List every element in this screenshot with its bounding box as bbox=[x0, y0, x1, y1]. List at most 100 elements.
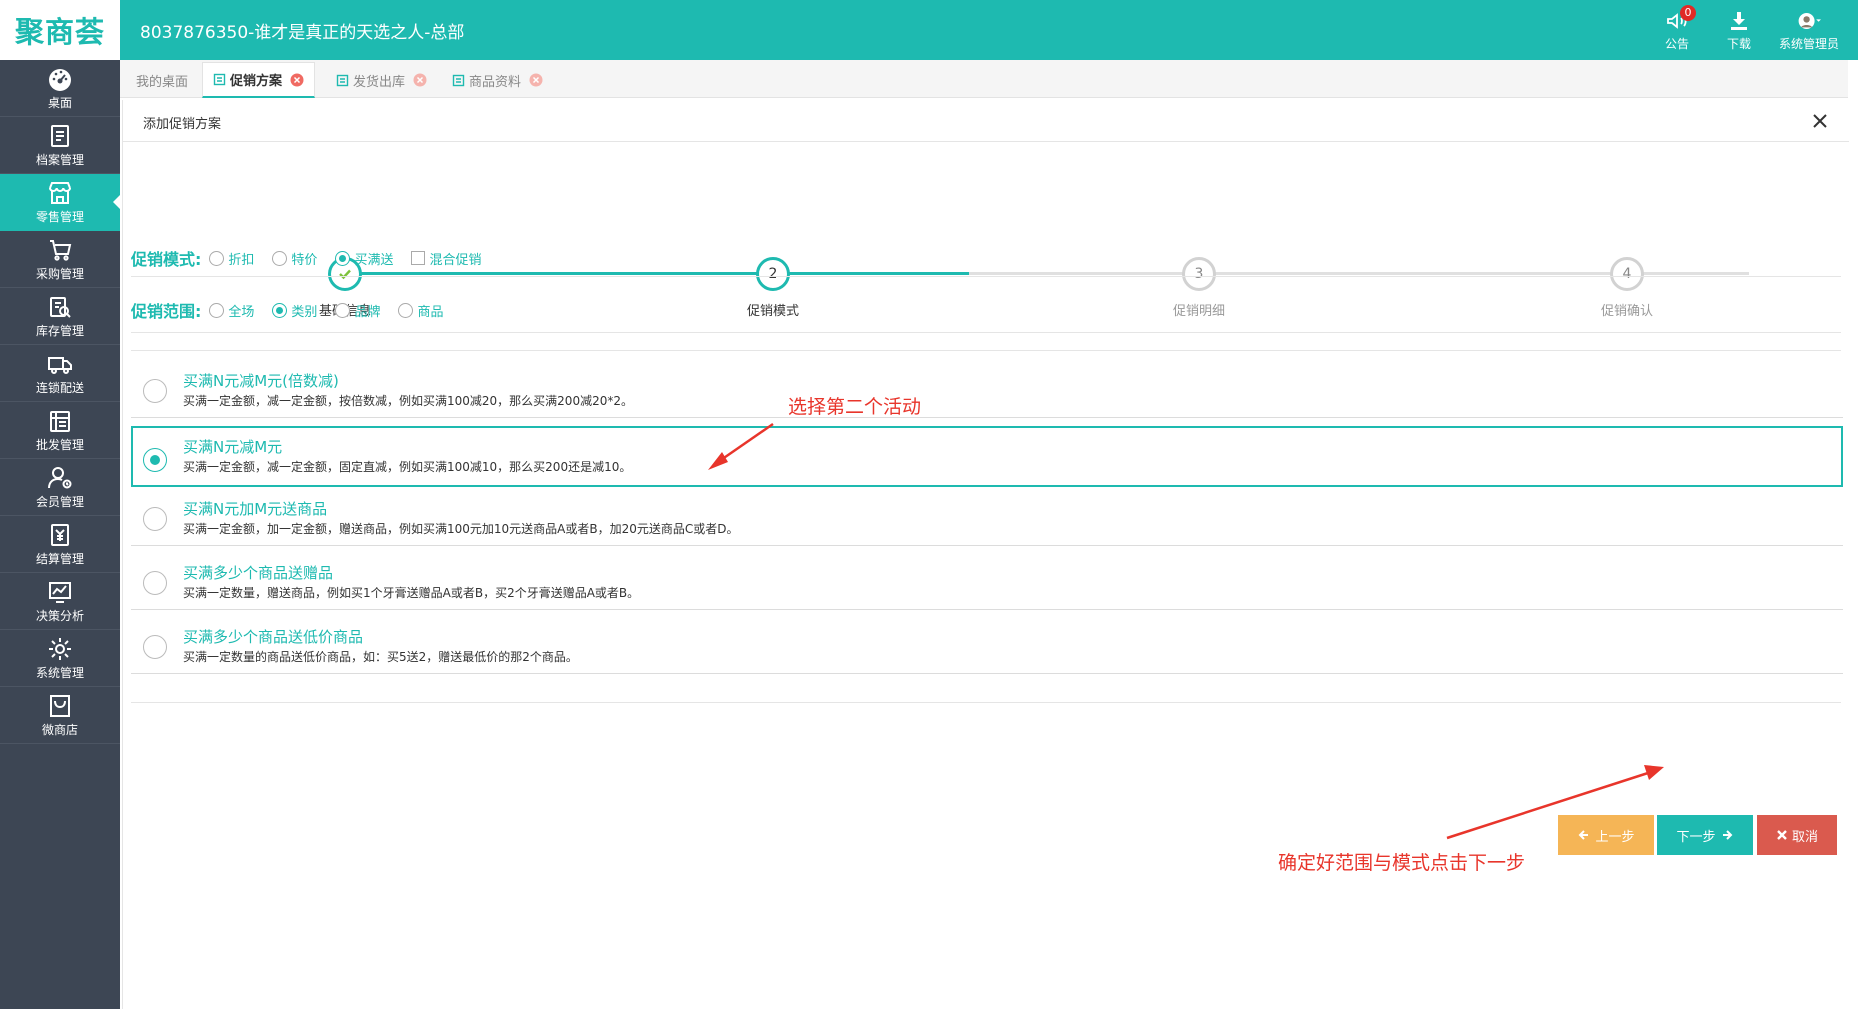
settings-icon bbox=[49, 637, 71, 660]
top-bar: 聚商荟 8037876350-谁才是真正的天选之人-总部 0 公告 下载 系统管… bbox=[0, 0, 1858, 60]
download-label: 下载 bbox=[1726, 36, 1751, 51]
user-avatar-icon bbox=[1798, 12, 1821, 29]
activity-option-selected[interactable]: 买满N元减M元 买满一定金额，减一定金额，固定直减，例如买满100减10，那么买… bbox=[131, 426, 1843, 487]
activity-description: 买满一定数量，赠送商品，例如买1个牙膏送赠品A或者B，买2个牙膏送赠品A或者B。 bbox=[183, 586, 640, 600]
document-icon bbox=[213, 73, 226, 86]
mode-option-special-price[interactable]: 特价 bbox=[272, 249, 317, 268]
tab-label: 发货出库 bbox=[353, 74, 406, 90]
member-icon bbox=[48, 466, 72, 488]
scope-option-product[interactable]: 商品 bbox=[398, 301, 443, 320]
option-label: 买满送 bbox=[354, 252, 394, 268]
prev-step-button[interactable]: 上一步 bbox=[1558, 815, 1654, 855]
activity-description: 买满一定金额，减一定金额，固定直减，例如买满100减10，那么买200还是减10… bbox=[183, 460, 632, 474]
dialog-header: 添加促销方案 bbox=[123, 100, 1849, 142]
cancel-button[interactable]: 取消 bbox=[1757, 815, 1837, 855]
micro-store-icon bbox=[50, 694, 70, 717]
activity-option[interactable]: 买满多少个商品送赠品 买满一定数量，赠送商品，例如买1个牙膏送赠品A或者B，买2… bbox=[131, 554, 1843, 610]
sidebar-item-label: 桌面 bbox=[47, 95, 72, 110]
option-label: 全场 bbox=[228, 304, 255, 320]
next-step-label: 下一步 bbox=[1676, 829, 1716, 845]
sidebar-item-label: 采购管理 bbox=[35, 266, 84, 281]
promotion-scope-row: 促销范围: 全场 类别 品牌 商品 bbox=[131, 296, 1841, 324]
tab-my-desktop[interactable]: 我的桌面 bbox=[126, 62, 198, 98]
radio-button[interactable] bbox=[272, 250, 288, 266]
radio-button[interactable] bbox=[209, 250, 225, 266]
scope-option-all[interactable]: 全场 bbox=[209, 301, 254, 320]
step-line-complete bbox=[345, 272, 969, 275]
activity-radio[interactable] bbox=[143, 635, 167, 659]
next-step-button[interactable]: 下一步 bbox=[1657, 815, 1753, 855]
promotion-mode-row: 促销模式: 折扣 特价 买满送 混合促销 bbox=[131, 244, 1841, 272]
app-logo[interactable]: 聚商荟 bbox=[0, 0, 120, 60]
tab-bar: 我的桌面 促销方案 发货出库 商品资料 bbox=[120, 60, 1848, 98]
sidebar-item-member[interactable]: 会员管理 bbox=[0, 459, 120, 516]
close-icon[interactable] bbox=[1811, 112, 1829, 130]
radio-button-checked[interactable] bbox=[335, 250, 351, 266]
sidebar-item-micro-store[interactable]: 微商店 bbox=[0, 687, 120, 744]
download-icon bbox=[1731, 11, 1747, 30]
option-label: 类别 bbox=[291, 304, 318, 320]
activity-radio-checked[interactable] bbox=[143, 448, 167, 472]
promotion-dialog: 添加促销方案 基础信息 2 促销模式 3 促销明细 4 促销确认 促销模式: 折… bbox=[122, 100, 1849, 1009]
download-button[interactable]: 下载 bbox=[1708, 0, 1770, 60]
sidebar-item-system[interactable]: 系统管理 bbox=[0, 630, 120, 687]
sidebar-item-label: 批发管理 bbox=[35, 437, 84, 452]
sidebar-item-desktop[interactable]: 桌面 bbox=[0, 60, 120, 117]
tab-close-icon[interactable] bbox=[529, 73, 543, 87]
cart-icon bbox=[50, 239, 72, 261]
tab-label: 商品资料 bbox=[469, 74, 522, 90]
tab-close-icon[interactable] bbox=[413, 73, 427, 87]
radio-button[interactable] bbox=[398, 302, 414, 318]
sidebar-item-retail[interactable]: 零售管理 bbox=[0, 174, 120, 231]
mode-option-mixed[interactable]: 混合促销 bbox=[411, 249, 481, 268]
mode-option-discount[interactable]: 折扣 bbox=[209, 249, 254, 268]
activity-title: 买满多少个商品送低价商品 bbox=[183, 628, 364, 646]
option-label: 品牌 bbox=[354, 304, 381, 320]
activity-description: 买满一定金额，减一定金额，按倍数减，例如买满100减20，那么买满200减20*… bbox=[183, 394, 633, 408]
sidebar-item-label: 会员管理 bbox=[35, 494, 84, 509]
sidebar-item-inventory[interactable]: 库存管理 bbox=[0, 288, 120, 345]
promotion-mode-label: 促销模式: bbox=[131, 250, 202, 269]
user-menu[interactable]: 系统管理员 bbox=[1770, 0, 1848, 60]
option-label: 折扣 bbox=[228, 252, 255, 268]
announcement-button[interactable]: 0 公告 bbox=[1646, 0, 1708, 60]
option-label: 特价 bbox=[291, 252, 318, 268]
radio-button[interactable] bbox=[209, 302, 225, 318]
scope-option-brand[interactable]: 品牌 bbox=[335, 301, 380, 320]
activity-option[interactable]: 买满N元减M元(倍数减) 买满一定金额，减一定金额，按倍数减，例如买满100减2… bbox=[131, 362, 1843, 418]
sidebar-item-label: 连锁配送 bbox=[35, 380, 84, 395]
inventory-icon bbox=[50, 296, 71, 318]
sidebar-item-wholesale[interactable]: 批发管理 bbox=[0, 402, 120, 459]
sidebar-item-label: 库存管理 bbox=[35, 323, 84, 338]
tab-close-icon[interactable] bbox=[290, 73, 304, 87]
sidebar-item-archive[interactable]: 档案管理 bbox=[0, 117, 120, 174]
activity-radio[interactable] bbox=[143, 571, 167, 595]
sidebar-item-label: 档案管理 bbox=[35, 152, 84, 167]
progress-steps: 基础信息 2 促销模式 3 促销明细 4 促销确认 bbox=[123, 142, 1849, 322]
sidebar-item-label: 零售管理 bbox=[35, 209, 84, 224]
archive-icon bbox=[51, 124, 69, 147]
checkbox[interactable] bbox=[411, 251, 426, 265]
activity-option[interactable]: 买满多少个商品送低价商品 买满一定数量的商品送低价商品，如：买5送2，赠送最低价… bbox=[131, 618, 1843, 674]
sidebar-item-settlement[interactable]: 结算管理 bbox=[0, 516, 120, 573]
scope-option-category[interactable]: 类别 bbox=[272, 301, 317, 320]
activity-radio[interactable] bbox=[143, 379, 167, 403]
close-icon bbox=[1777, 830, 1787, 840]
sidebar-item-label: 微商店 bbox=[41, 722, 78, 737]
tab-label: 促销方案 bbox=[230, 74, 283, 89]
store-icon bbox=[49, 181, 71, 204]
radio-button[interactable] bbox=[335, 302, 351, 318]
sidebar-item-analytics[interactable]: 决策分析 bbox=[0, 573, 120, 630]
sidebar-item-label: 结算管理 bbox=[35, 551, 84, 566]
radio-button-checked[interactable] bbox=[272, 302, 288, 318]
activity-option[interactable]: 买满N元加M元送商品 买满一定金额，加一定金额，赠送商品，例如买满100元加10… bbox=[131, 490, 1843, 546]
sidebar-item-distribution[interactable]: 连锁配送 bbox=[0, 345, 120, 402]
activity-radio[interactable] bbox=[143, 507, 167, 531]
tab-shipping[interactable]: 发货出库 bbox=[326, 62, 437, 98]
sidebar-item-purchase[interactable]: 采购管理 bbox=[0, 231, 120, 288]
option-label: 混合促销 bbox=[429, 252, 482, 268]
mode-option-buy-full-gift[interactable]: 买满送 bbox=[335, 249, 393, 268]
activity-title: 买满多少个商品送赠品 bbox=[183, 564, 334, 582]
tab-promotion[interactable]: 促销方案 bbox=[202, 62, 316, 98]
tab-product-info[interactable]: 商品资料 bbox=[442, 62, 553, 98]
